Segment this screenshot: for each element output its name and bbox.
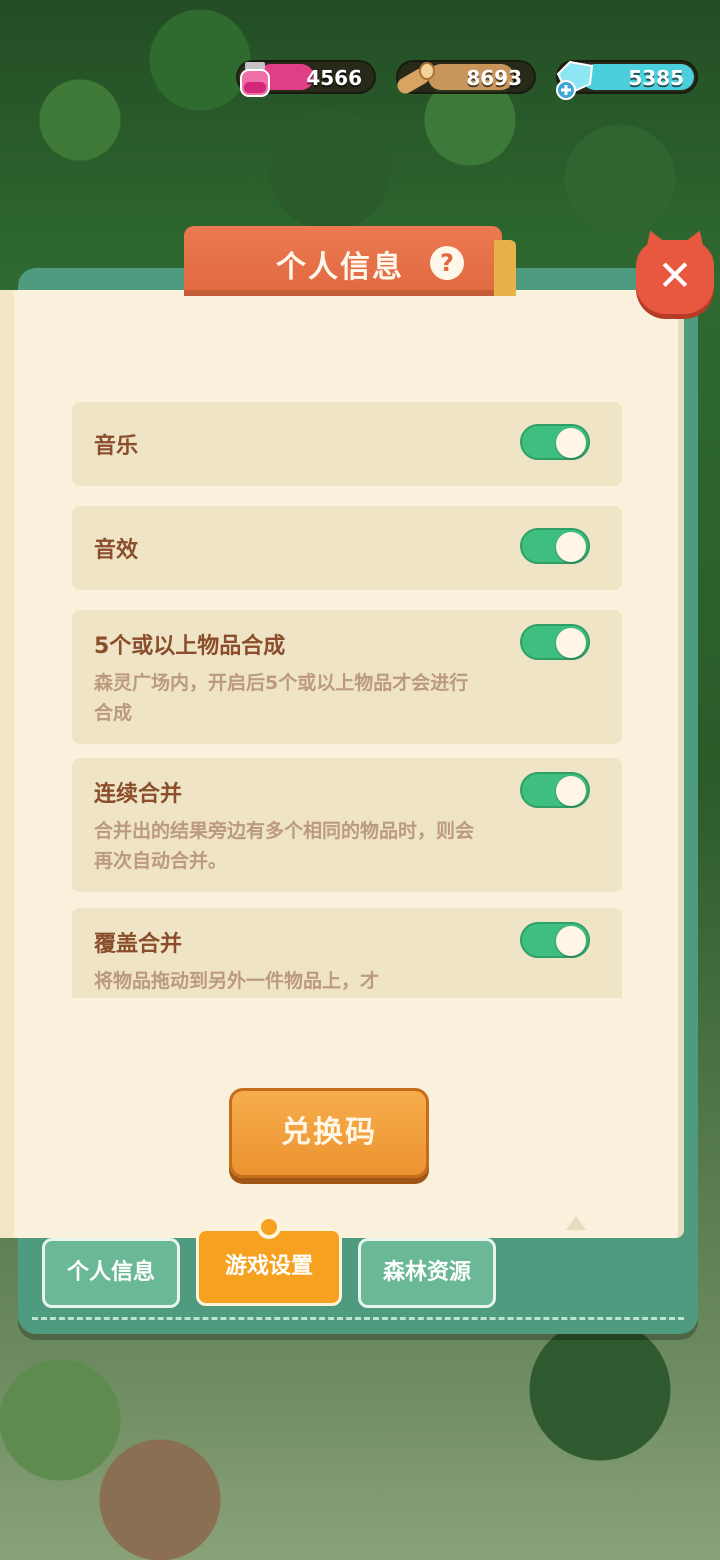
setting-row-five-merge: 5个或以上物品合成 森灵广场内，开启后5个或以上物品才会进行合成 <box>72 610 622 744</box>
wood-log-icon <box>397 62 435 94</box>
dialog-title: 个人信息 <box>276 250 404 285</box>
header-tab: 个人信息 ? <box>184 226 516 296</box>
setting-row-music: 音乐 <box>72 402 622 486</box>
toggle-knob <box>556 776 586 806</box>
setting-row-chain-merge: 连续合并 合并出的结果旁边有多个相同的物品时，则会再次自动合并。 <box>72 758 622 892</box>
setting-description: 森灵广场内，开启后5个或以上物品才会进行合成 <box>94 672 469 724</box>
wood-count: 8693 <box>466 66 522 90</box>
music-toggle[interactable] <box>520 424 590 460</box>
close-button[interactable]: ✕ <box>636 225 714 314</box>
settings-list[interactable]: 音乐 音效 5个或以上物品合成 森灵广场内，开启后5个或以上物品才会进行合成 连… <box>72 402 622 998</box>
gem-count: 5385 <box>628 66 684 90</box>
setting-row-overlay-merge: 覆盖合并 将物品拖动到另外一件物品上，才 <box>72 908 622 998</box>
chain-merge-toggle[interactable] <box>520 772 590 808</box>
toggle-knob <box>556 532 586 562</box>
setting-row-sfx: 音效 <box>72 506 622 590</box>
gem-plus-icon[interactable] <box>552 56 598 102</box>
gem-resource[interactable]: 5385 <box>556 60 698 100</box>
header-fold <box>494 240 516 296</box>
five-merge-toggle[interactable] <box>520 624 590 660</box>
ink-count: 4566 <box>306 66 362 90</box>
setting-label: 5个或以上物品合成 <box>94 634 286 659</box>
tab-pin <box>257 1215 281 1239</box>
panel-stitch <box>32 1317 684 1320</box>
setting-description: 合并出的结果旁边有多个相同的物品时，则会再次自动合并。 <box>94 820 475 872</box>
setting-label: 覆盖合并 <box>94 932 183 957</box>
overlay-merge-toggle[interactable] <box>520 922 590 958</box>
toggle-knob <box>556 926 586 956</box>
help-button[interactable]: ? <box>430 246 464 280</box>
sfx-toggle[interactable] <box>520 528 590 564</box>
ink-resource[interactable]: 4566 <box>236 60 376 97</box>
ink-bottle-icon <box>240 62 270 97</box>
toggle-knob <box>556 428 586 458</box>
setting-label: 音乐 <box>94 434 139 459</box>
toggle-knob <box>556 628 586 658</box>
tab-label: 游戏设置 <box>224 1254 313 1279</box>
tab-profile[interactable]: 个人信息 <box>42 1238 180 1308</box>
setting-label: 连续合并 <box>94 782 183 807</box>
tab-game-settings[interactable]: 游戏设置 <box>196 1215 342 1306</box>
tab-forest-resources[interactable]: 森林资源 <box>358 1238 496 1308</box>
wood-resource[interactable]: 8693 <box>396 60 536 94</box>
redeem-code-button[interactable]: 兑换码 <box>229 1088 429 1178</box>
setting-description: 将物品拖动到另外一件物品上，才 <box>94 970 380 992</box>
setting-label: 音效 <box>94 538 139 563</box>
page-notch <box>566 1216 586 1230</box>
close-icon: ✕ <box>657 251 693 300</box>
